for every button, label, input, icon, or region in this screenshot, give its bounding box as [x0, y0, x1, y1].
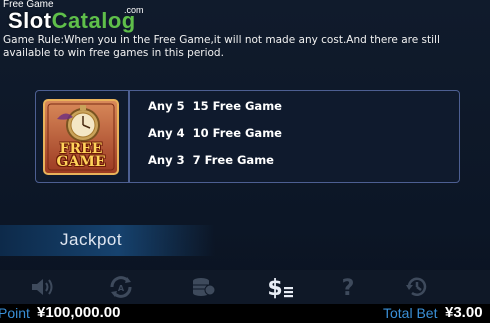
svg-text:A: A [118, 284, 125, 293]
game-rule-text: Game Rule:When you in the Free Game,it w… [3, 34, 440, 59]
paytable-button[interactable]: $ [265, 273, 295, 301]
help-button[interactable]: ? [333, 273, 363, 301]
watermark-com: .com [124, 5, 144, 15]
free-game-badge-icon: FREE GAME [43, 99, 119, 175]
coins-button[interactable] [188, 273, 218, 301]
prize-row: Any 5 15 Free Game [148, 99, 282, 113]
prize-row: Any 3 7 Free Game [148, 153, 274, 167]
history-button[interactable] [402, 273, 432, 301]
svg-text:?: ? [342, 276, 355, 299]
point-label: Point [0, 305, 30, 321]
watermark-slot: Slot [8, 8, 52, 33]
status-bar: Point ¥100,000.00 Total Bet ¥3.00 [0, 304, 490, 323]
coins-icon [193, 278, 216, 296]
bottom-toolbar: A $ ? [0, 270, 490, 304]
point-value: ¥100,000.00 [37, 304, 121, 321]
help-icon: ? [342, 276, 355, 299]
speaker-icon [32, 279, 53, 295]
history-icon [406, 277, 427, 296]
autoplay-icon: A [110, 276, 132, 298]
total-bet-value: ¥3.00 [445, 304, 483, 321]
svg-text:$: $ [267, 276, 282, 299]
jackpot-label: Jackpot [60, 230, 123, 249]
prize-list: Any 5 15 Free Game Any 4 10 Free Game An… [148, 97, 282, 178]
total-bet-label: Total Bet [383, 305, 438, 321]
sound-button[interactable] [28, 273, 58, 301]
badge-text: FREE GAME [56, 141, 106, 170]
free-game-table: FREE GAME Any 5 15 Free Game Any 4 10 Fr… [35, 90, 460, 183]
free-game-page: Free Game SlotCatalog .com Game Rule:Whe… [0, 0, 490, 323]
jackpot-tab[interactable]: Jackpot [0, 225, 215, 256]
paytable-icon: $ [267, 276, 293, 299]
panel-divider [128, 91, 130, 182]
autoplay-button[interactable]: A [106, 273, 136, 301]
slotcatalog-watermark: SlotCatalog .com [8, 5, 158, 34]
prize-row: Any 4 10 Free Game [148, 126, 282, 140]
